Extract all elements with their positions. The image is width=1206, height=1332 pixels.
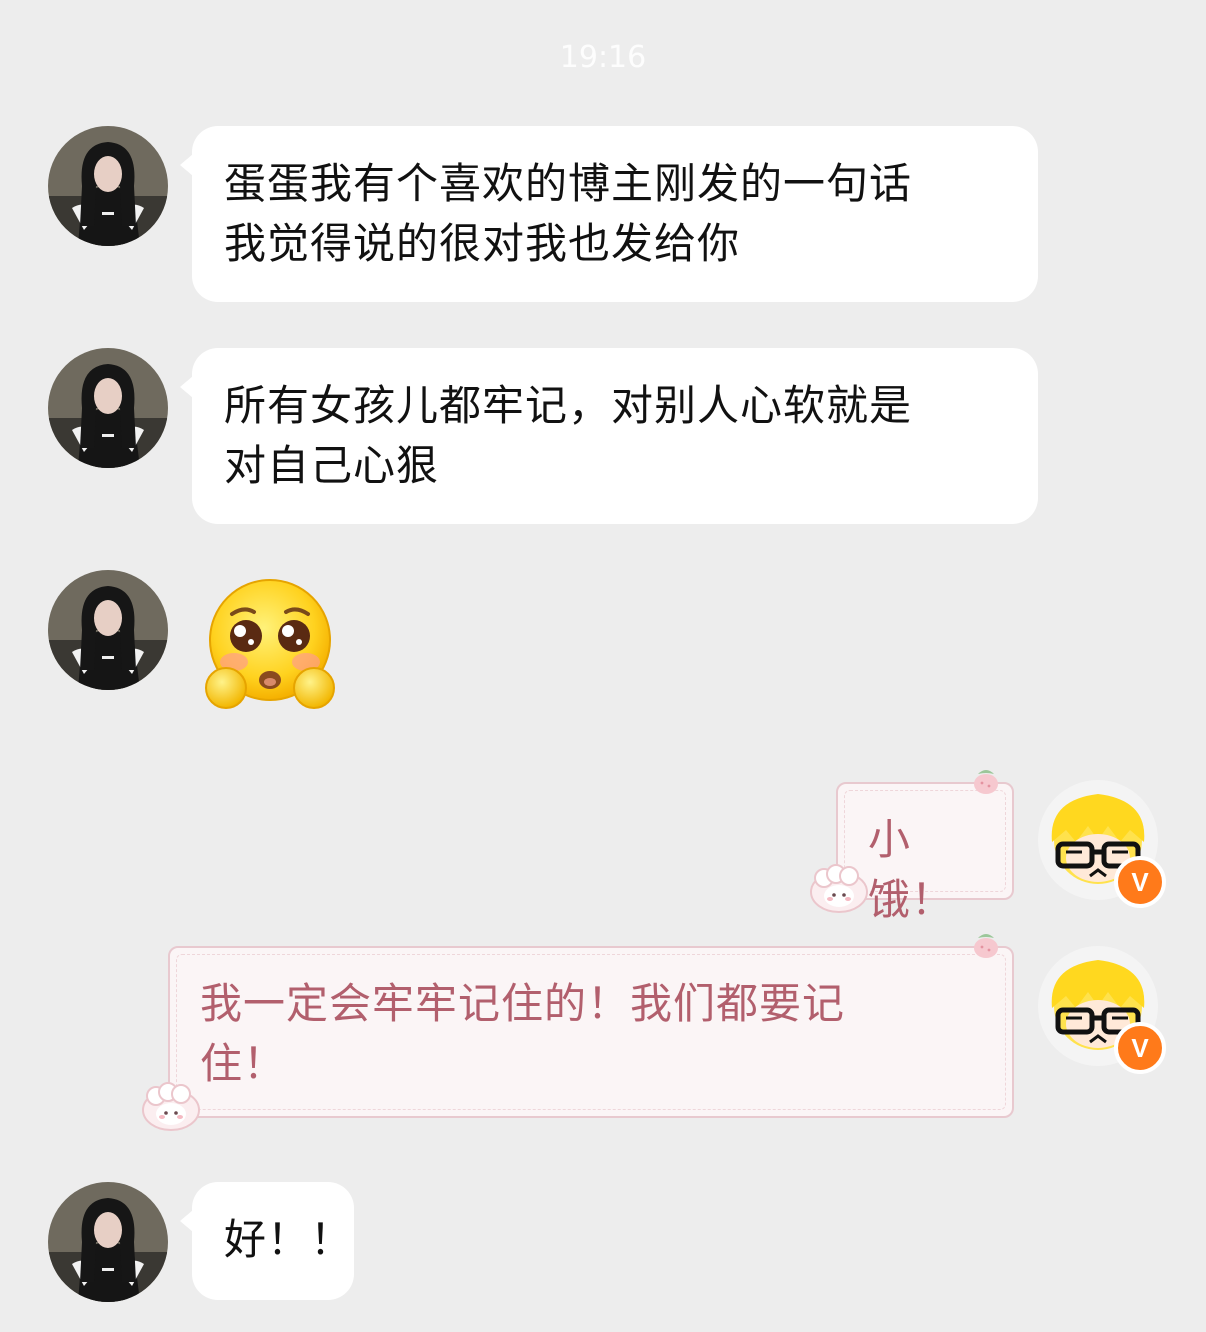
strawberry-sticker-icon (966, 930, 1006, 964)
message-text-line: 住！ (200, 1039, 287, 1088)
message-bubble-1[interactable]: 蛋蛋我有个喜欢的博主刚发的一句话 我觉得说的很对我也发给你 (180, 126, 1038, 302)
message-text-line: 蛋蛋我有个喜欢的博主刚发的一句话 (224, 159, 913, 208)
verified-badge-icon: V (1114, 1022, 1166, 1074)
message-text-line: 我一定会牢牢记住的！我们都要记 (200, 979, 846, 1028)
message-bubble-6[interactable]: 好！！ (180, 1182, 354, 1300)
contact-avatar[interactable] (48, 1182, 168, 1302)
strawberry-sticker-icon (966, 766, 1006, 800)
contact-avatar[interactable] (48, 570, 168, 690)
verified-badge-icon: V (1114, 856, 1166, 908)
chat-timestamp: 19:16 (559, 40, 647, 75)
message-text: 小饿！ (868, 815, 955, 924)
message-text-line: 所有女孩儿都牢记，对别人心软就是 (224, 381, 913, 430)
contact-avatar[interactable] (48, 126, 168, 246)
contact-avatar[interactable] (48, 348, 168, 468)
message-text-line: 我觉得说的很对我也发给你 (224, 219, 741, 268)
message-bubble-2[interactable]: 所有女孩儿都牢记，对别人心软就是 对自己心狠 (180, 348, 1038, 524)
sheep-sticker-icon (136, 1080, 206, 1138)
my-message-bubble-2[interactable]: 我一定会牢牢记住的！我们都要记 住！ (168, 946, 1014, 1118)
message-text-line: 对自己心狠 (224, 441, 440, 490)
pleading-face-emoji[interactable] (200, 576, 340, 716)
sheep-sticker-icon (804, 862, 874, 920)
message-text: 好！！ (224, 1215, 354, 1264)
